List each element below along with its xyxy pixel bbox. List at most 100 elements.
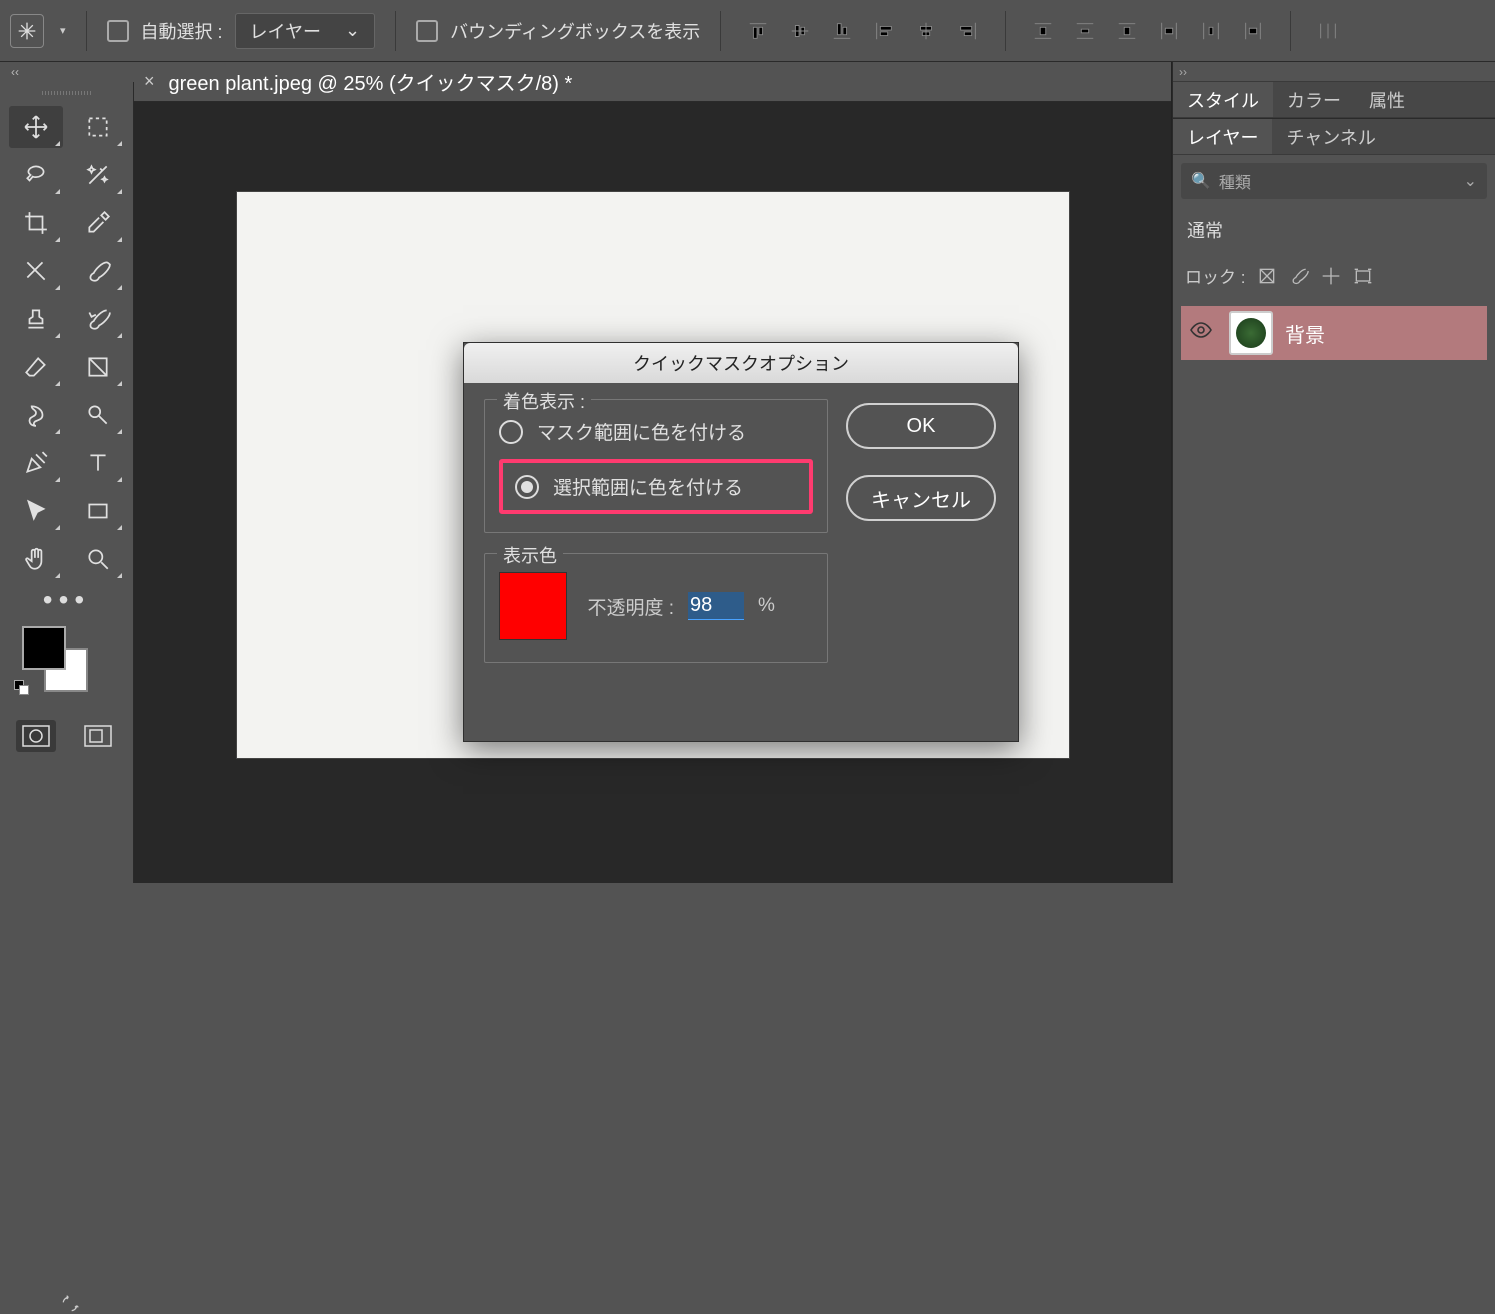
options-bar: ▾ 自動選択 : レイヤー ⌄ バウンディングボックスを表示 <box>0 0 1495 62</box>
radio-masked-areas[interactable]: マスク範囲に色を付ける <box>499 418 813 445</box>
swap-colors-icon[interactable] <box>60 1294 80 1314</box>
collapse-toolbar-handle[interactable]: ‹‹ <box>0 62 30 82</box>
screen-mode-button[interactable] <box>78 720 118 752</box>
layer-name: 背景 <box>1285 319 1325 348</box>
radio-selected-label: 選択範囲に色を付ける <box>553 473 743 500</box>
opacity-input[interactable]: 98 <box>688 592 744 620</box>
blend-mode-dropdown[interactable]: 通常 <box>1181 213 1487 247</box>
color-fieldset: 表示色 不透明度 : 98 % <box>484 553 828 663</box>
right-panels: ›› スタイル カラー 属性 レイヤー チャンネル 🔍 種類 ⌄ 通常 ロック … <box>1172 62 1495 883</box>
document-area: × green plant.jpeg @ 25% (クイックマスク/8) * ク… <box>134 62 1172 883</box>
marquee-tool[interactable] <box>71 106 125 148</box>
align-left-icon[interactable] <box>867 14 901 48</box>
divider <box>1290 11 1291 51</box>
radio-masked-label: マスク範囲に色を付ける <box>537 418 746 445</box>
zoom-tool[interactable] <box>71 538 125 580</box>
hand-tool[interactable] <box>9 538 63 580</box>
foreground-color-swatch[interactable] <box>22 626 66 670</box>
divider <box>1005 11 1006 51</box>
lock-transparency-icon[interactable] <box>1257 266 1277 286</box>
frame-tool[interactable] <box>9 250 63 292</box>
smudge-tool[interactable] <box>9 394 63 436</box>
radio-icon <box>499 420 523 444</box>
distribute-bottom-icon[interactable] <box>1110 14 1144 48</box>
align-group-1 <box>741 14 985 48</box>
distribute-hcenter-icon[interactable] <box>1194 14 1228 48</box>
layer-filter-row[interactable]: 🔍 種類 ⌄ <box>1181 163 1487 199</box>
crop-tool[interactable] <box>9 202 63 244</box>
auto-select-target-value: レイヤー <box>250 18 321 44</box>
chevron-down-icon: ⌄ <box>1464 171 1477 191</box>
distribute-right-icon[interactable] <box>1236 14 1270 48</box>
rectangle-tool[interactable] <box>71 490 125 532</box>
bounding-box-label: バウンディングボックスを表示 <box>450 18 700 44</box>
edit-toolbar-button[interactable]: ••• <box>0 584 133 616</box>
percent-label: % <box>758 595 775 617</box>
toolbar-grip[interactable] <box>37 88 97 98</box>
align-hcenter-icon[interactable] <box>909 14 943 48</box>
lock-position-icon[interactable] <box>1321 266 1341 286</box>
eraser-tool[interactable] <box>9 346 63 388</box>
align-right-icon[interactable] <box>951 14 985 48</box>
radio-selected-areas[interactable]: 選択範囲に色を付ける <box>515 473 797 500</box>
color-indicates-fieldset: 着色表示 : マスク範囲に色を付ける 選択範囲に色を付ける <box>484 399 828 533</box>
tab-properties[interactable]: 属性 <box>1355 82 1419 117</box>
foreground-background-colors[interactable] <box>22 626 92 696</box>
auto-select-label: 自動選択 : <box>141 18 223 44</box>
document-tab[interactable]: × green plant.jpeg @ 25% (クイックマスク/8) * <box>134 62 1171 102</box>
lock-label: ロック : <box>1185 263 1245 288</box>
distribute-vcenter-icon[interactable] <box>1068 14 1102 48</box>
pen-tool[interactable] <box>9 442 63 484</box>
lock-row: ロック : <box>1181 263 1487 288</box>
layer-filter-placeholder: 種類 <box>1219 169 1251 193</box>
bounding-box-checkbox[interactable] <box>416 20 438 42</box>
gradient-tool[interactable] <box>71 346 125 388</box>
path-select-tool[interactable] <box>9 490 63 532</box>
layers-panel-tabs: レイヤー チャンネル <box>1173 119 1495 155</box>
magic-wand-tool[interactable] <box>71 154 125 196</box>
tab-color[interactable]: カラー <box>1273 82 1355 117</box>
lock-artboard-icon[interactable] <box>1353 266 1373 286</box>
move-tool[interactable] <box>9 106 63 148</box>
divider <box>720 11 721 51</box>
layer-thumbnail[interactable] <box>1229 311 1273 355</box>
cancel-button[interactable]: キャンセル <box>846 475 996 521</box>
tools-panel: ••• <box>0 82 134 883</box>
tab-channels[interactable]: チャンネル <box>1272 119 1389 154</box>
ok-button[interactable]: OK <box>846 403 996 449</box>
history-brush-tool[interactable] <box>71 298 125 340</box>
divider <box>395 11 396 51</box>
tool-preset-button[interactable] <box>10 14 44 48</box>
distribute-left-icon[interactable] <box>1152 14 1186 48</box>
distribute-top-icon[interactable] <box>1026 14 1060 48</box>
search-icon: 🔍 <box>1191 171 1211 191</box>
align-vcenter-icon[interactable] <box>783 14 817 48</box>
visibility-toggle-icon[interactable] <box>1189 318 1217 348</box>
lasso-tool[interactable] <box>9 154 63 196</box>
auto-select-target-dropdown[interactable]: レイヤー ⌄ <box>235 13 376 49</box>
dodge-tool[interactable] <box>71 394 125 436</box>
tab-layers[interactable]: レイヤー <box>1173 119 1272 154</box>
collapse-panels-handle[interactable]: ›› <box>1173 62 1495 82</box>
eyedropper-tool[interactable] <box>71 202 125 244</box>
layers-panel: 🔍 種類 ⌄ 通常 ロック : 背景 <box>1173 155 1495 368</box>
auto-select-checkbox[interactable] <box>107 20 129 42</box>
type-tool[interactable] <box>71 442 125 484</box>
align-bottom-icon[interactable] <box>825 14 859 48</box>
layer-row-background[interactable]: 背景 <box>1181 306 1487 360</box>
stamp-tool[interactable] <box>9 298 63 340</box>
divider <box>86 11 87 51</box>
align-top-icon[interactable] <box>741 14 775 48</box>
dialog-title: クイックマスクオプション <box>464 343 1018 383</box>
document-title: green plant.jpeg @ 25% (クイックマスク/8) * <box>169 67 573 96</box>
distribute-spacing-icon[interactable] <box>1311 14 1345 48</box>
lock-brush-icon[interactable] <box>1289 266 1309 286</box>
color-swatch[interactable] <box>499 572 567 640</box>
default-colors-icon[interactable] <box>14 680 32 698</box>
opacity-label: 不透明度 : <box>587 593 674 620</box>
quick-mask-mode-button[interactable] <box>16 720 56 752</box>
close-tab-icon[interactable]: × <box>144 71 155 92</box>
tab-styles[interactable]: スタイル <box>1173 82 1273 117</box>
brush-tool[interactable] <box>71 250 125 292</box>
tool-preset-caret[interactable]: ▾ <box>60 24 66 37</box>
